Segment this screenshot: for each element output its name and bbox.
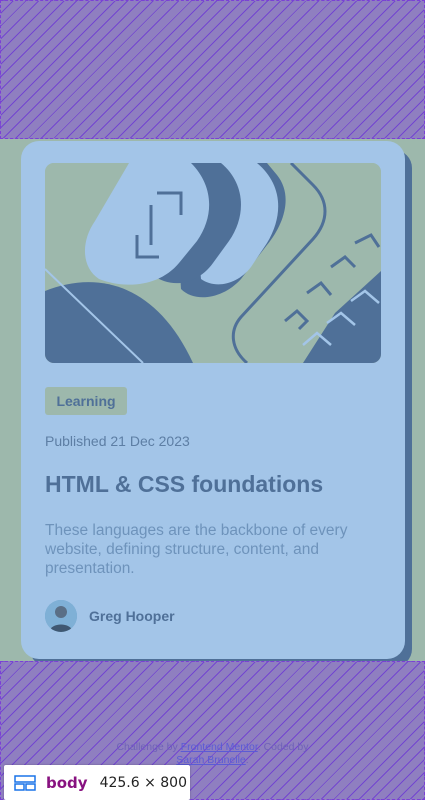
author: Greg Hooper xyxy=(45,600,175,632)
margin-overlay-top xyxy=(0,0,425,139)
blog-preview-card: Learning Published 21 Dec 2023 HTML & CS… xyxy=(21,141,405,659)
card-description: These languages are the backbone of ever… xyxy=(45,522,348,577)
card-title[interactable]: HTML & CSS foundations xyxy=(45,471,323,498)
devtools-tooltip: body 425.6 × 800 xyxy=(4,765,190,800)
devtools-element-size: 425.6 × 800 xyxy=(99,774,187,791)
category-tag: Learning xyxy=(45,387,127,415)
attribution-middle: . Coded by xyxy=(257,741,309,753)
published-date: Published 21 Dec 2023 xyxy=(45,433,190,449)
attribution-suffix: . xyxy=(245,754,249,766)
frontend-mentor-link[interactable]: Frontend Mentor xyxy=(181,741,258,753)
card-illustration xyxy=(45,163,381,363)
box-model-icon xyxy=(14,774,36,791)
avatar xyxy=(45,600,77,632)
attribution: Challenge by Frontend Mentor. Coded by S… xyxy=(0,741,425,767)
attribution-prefix: Challenge by xyxy=(116,741,181,753)
author-name: Greg Hooper xyxy=(89,608,175,624)
devtools-element-name: body xyxy=(46,773,88,792)
